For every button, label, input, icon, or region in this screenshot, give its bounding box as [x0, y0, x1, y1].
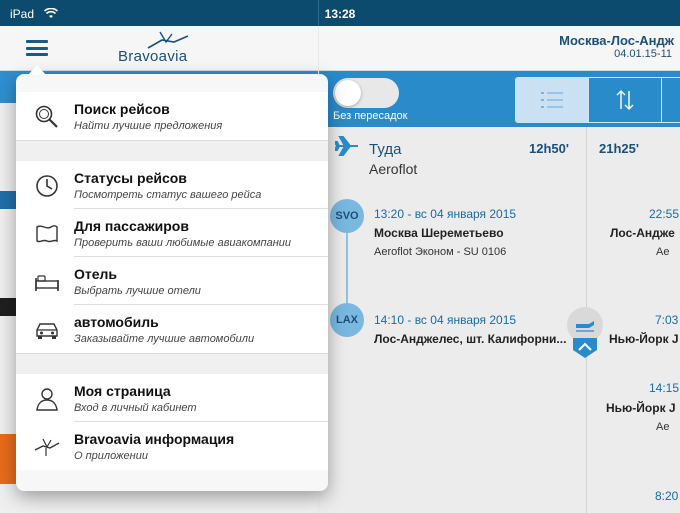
- toggle-knob: [335, 80, 361, 106]
- menu-section-gap: [16, 353, 328, 375]
- status-bar: iPad 13:28: [0, 0, 680, 26]
- menu-item-my-page[interactable]: Моя страница Вход в личный кабинет: [16, 374, 328, 422]
- menu-item-about[interactable]: Bravoavia информация О приложении: [16, 422, 328, 470]
- bed-icon: [35, 275, 59, 291]
- menu-section-gap: [16, 140, 328, 162]
- clock-time: 13:28: [324, 7, 356, 21]
- menu-item-title: Для пассажиров: [74, 218, 189, 234]
- alt-place-1: Лос-Андже: [610, 226, 675, 240]
- sort-icon: [616, 90, 634, 110]
- chevron-up-icon[interactable]: [573, 338, 597, 358]
- menu-item-title: Статусы рейсов: [74, 170, 187, 186]
- alt-place-3: Нью-Йорк J: [606, 401, 676, 415]
- departure-time: 13:20 - вс 04 января 2015: [374, 207, 517, 221]
- menu-item-subtitle: О приложении: [74, 450, 148, 462]
- bravoavia-logo-icon: [34, 438, 60, 456]
- menu-item-subtitle: Выбрать лучшие отели: [74, 285, 201, 297]
- route-dates: 04.01.15-11: [614, 48, 672, 60]
- direction-header: Туда Aeroflot 12h50' 21h25': [319, 127, 680, 187]
- screen: iPad 13:28 Bravoavia Москва-Лос-Андж 04.…: [0, 0, 680, 513]
- menu-item-title: Отель: [74, 266, 118, 282]
- nonstop-toggle[interactable]: [333, 78, 399, 108]
- view-segmented-control: [515, 77, 680, 123]
- right-pane: Москва-Лос-Андж 04.01.15-11 Без пересадо…: [319, 26, 680, 513]
- arrival-time: 14:10 - вс 04 января 2015: [374, 313, 517, 327]
- menu-item-title: автомобиль: [74, 314, 159, 330]
- nonstop-label: Без пересадок: [333, 110, 408, 122]
- menu-item-subtitle: Найти лучшие предложения: [74, 120, 223, 132]
- duration-1: 12h50': [529, 141, 569, 156]
- alt-flight-1: Ae: [656, 246, 670, 258]
- airport-badge-svo: SVO: [330, 199, 364, 233]
- alt-time-1: 22:55: [649, 207, 680, 221]
- landing-plane-icon: [576, 321, 594, 332]
- main-menu-popover: Поиск рейсов Найти лучшие предложения Ст…: [16, 65, 328, 491]
- menu-item-car[interactable]: автомобиль Заказывайте лучшие автомобили: [16, 305, 328, 353]
- hamburger-menu-icon[interactable]: [26, 40, 48, 56]
- departure-place: Москва Шереметьево: [374, 226, 504, 240]
- plane-icon: [335, 136, 358, 156]
- alt-time-4: 8:20: [655, 489, 679, 503]
- flight-info: Aeroflot Эконом - SU 0106: [374, 246, 507, 258]
- filter-bar: Без пересадок: [319, 71, 680, 127]
- menu-item-subtitle: Заказывайте лучшие автомобили: [74, 333, 255, 345]
- menu-item-flight-status[interactable]: Статусы рейсов Посмотреть статус вашего …: [16, 161, 328, 209]
- arrival-place: Лос-Анджелес, шт. Калифорни...: [374, 332, 567, 346]
- user-icon: [36, 388, 58, 411]
- menu-item-title: Bravoavia информация: [74, 431, 235, 447]
- menu-item-passengers[interactable]: Для пассажиров Проверить ваши любимые ав…: [16, 209, 328, 257]
- bravoavia-logo: Bravoavia: [118, 30, 214, 66]
- menu-item-subtitle: Вход в личный кабинет: [74, 402, 197, 414]
- menu-item-title: Моя страница: [74, 383, 171, 399]
- split-divider: [318, 0, 319, 26]
- left-navbar: Bravoavia: [0, 26, 318, 71]
- list-view-button[interactable]: [516, 78, 589, 122]
- search-icon: [35, 105, 58, 128]
- popover-caret: [28, 65, 46, 75]
- menu-item-subtitle: Посмотреть статус вашего рейса: [74, 189, 262, 201]
- alt-flight-3: Ae: [656, 421, 670, 433]
- sort-button[interactable]: [589, 78, 662, 122]
- airline-name: Aeroflot: [369, 161, 418, 177]
- airport-badge-lax: LAX: [330, 303, 364, 337]
- duration-2: 21h25': [599, 141, 639, 156]
- alt-time-3: 14:15: [649, 381, 680, 395]
- car-icon: [36, 323, 58, 339]
- logo-text: Bravoavia: [118, 48, 188, 65]
- menu-item-hotel[interactable]: Отель Выбрать лучшие отели: [16, 257, 328, 305]
- menu-item-title: Поиск рейсов: [74, 101, 170, 117]
- alt-place-2: Нью-Йорк J: [609, 332, 679, 346]
- direction-label: Туда: [369, 141, 402, 158]
- alt-time-2: 7:03: [655, 313, 679, 327]
- flag-icon: [36, 225, 58, 243]
- clock-icon: [36, 175, 58, 197]
- route-title: Москва-Лос-Андж: [559, 33, 674, 48]
- filter-button[interactable]: [662, 78, 680, 122]
- menu-item-flight-search[interactable]: Поиск рейсов Найти лучшие предложения: [16, 92, 328, 140]
- menu-item-subtitle: Проверить ваши любимые авиакомпании: [74, 237, 291, 249]
- list-icon: [541, 92, 563, 108]
- results-header: Москва-Лос-Андж 04.01.15-11: [319, 26, 680, 71]
